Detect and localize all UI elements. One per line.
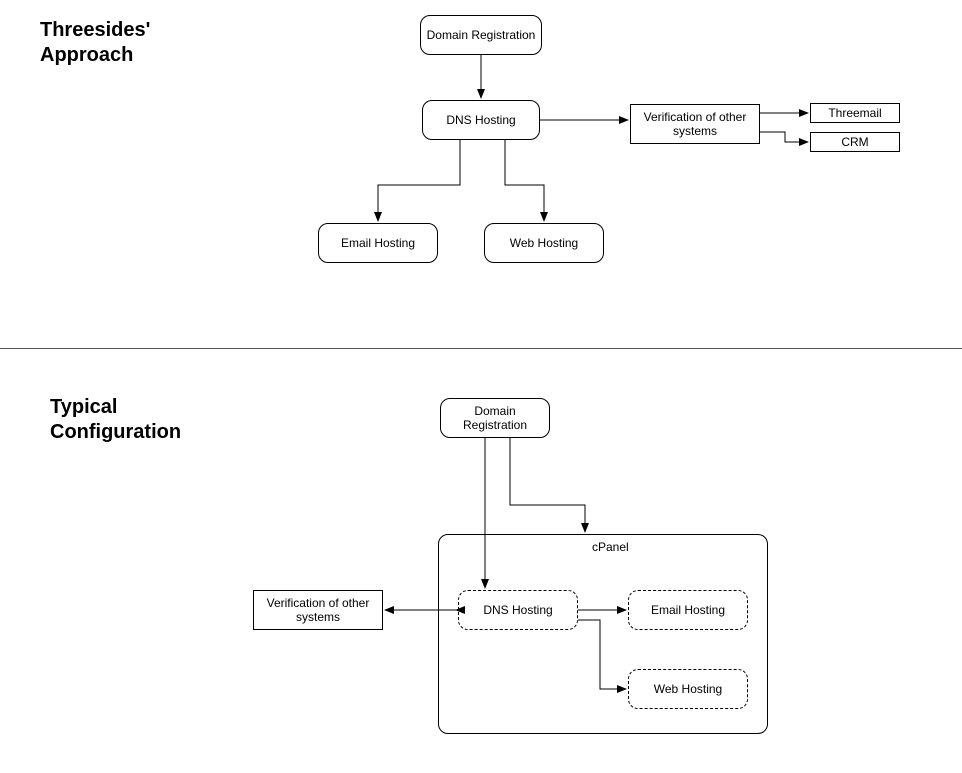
d1-crm: CRM: [810, 132, 900, 152]
section-divider: [0, 348, 962, 349]
diagram1-title: Threesides' Approach: [40, 18, 150, 68]
diagram2-title: Typical Configuration: [50, 395, 181, 445]
d2-web-hosting: Web Hosting: [628, 669, 748, 709]
d2-domain-registration: Domain Registration: [440, 398, 550, 438]
d1-dns-hosting: DNS Hosting: [422, 100, 540, 140]
d1-email-hosting: Email Hosting: [318, 223, 438, 263]
d1-web-hosting: Web Hosting: [484, 223, 604, 263]
d2-email-hosting: Email Hosting: [628, 590, 748, 630]
diagram-canvas: Threesides' Approach Typical Configurati…: [0, 0, 962, 773]
d2-cpanel-label: cPanel: [592, 540, 629, 554]
d2-verification: Verification of other systems: [253, 590, 383, 630]
d1-domain-registration: Domain Registration: [420, 15, 542, 55]
d2-dns-hosting: DNS Hosting: [458, 590, 578, 630]
d1-threemail: Threemail: [810, 103, 900, 123]
d1-verification: Verification of other systems: [630, 104, 760, 144]
